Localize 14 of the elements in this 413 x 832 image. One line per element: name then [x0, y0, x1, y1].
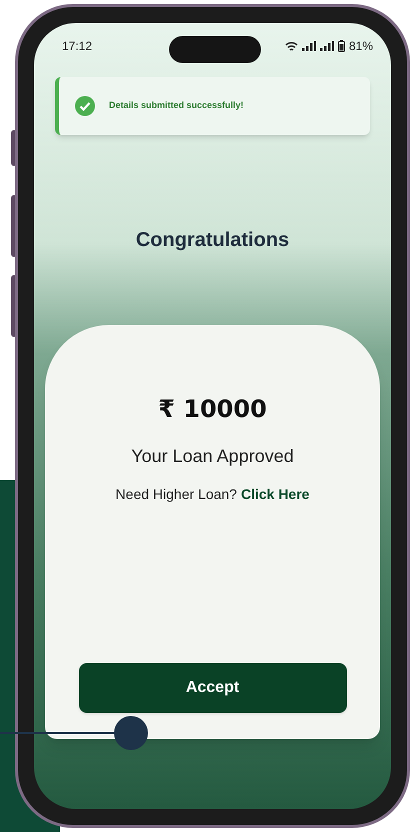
wifi-icon: [284, 40, 298, 52]
check-circle-icon: [75, 96, 95, 116]
signal-icon: [302, 41, 316, 51]
click-here-link[interactable]: Click Here: [240, 484, 310, 505]
higher-loan-prompt: Need Higher Loan?: [116, 485, 237, 504]
status-time: 17:12: [62, 38, 92, 55]
loan-amount: ₹ 10000: [158, 394, 267, 425]
battery-icon: [338, 40, 345, 52]
approval-status: Your Loan Approved: [131, 445, 294, 468]
signal-icon: [320, 41, 334, 51]
toast-message: Details submitted successfully!: [109, 99, 244, 112]
accept-button[interactable]: Accept: [78, 663, 346, 713]
heading: Congratulations: [136, 228, 290, 253]
battery-percent: 81%: [348, 38, 373, 55]
